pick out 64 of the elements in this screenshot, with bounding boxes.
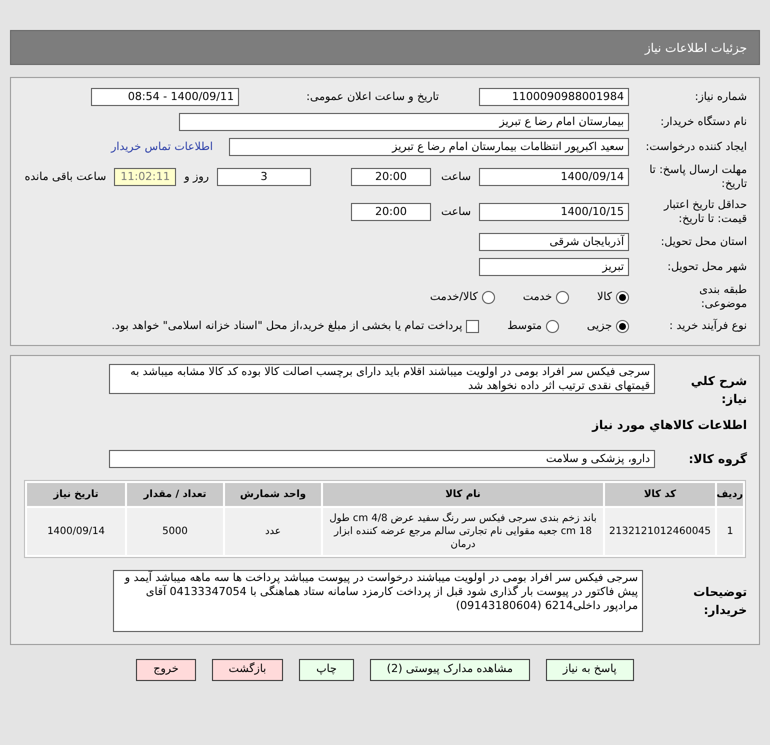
column-header: ردیف bbox=[717, 482, 743, 506]
table-cell: باند زخم بندی سرجی فیکس سر رنگ سفید عرض 4/8 cm طول 18 cm جعبه مقوایی نام تجارتی سالم مرجع عرضه کننده ابزار درمان bbox=[323, 508, 603, 554]
value-field: 20:00 bbox=[351, 203, 431, 221]
value-field: سعید اکبرپور انتظامات بیمارستان امام رضا ع تبریز bbox=[229, 138, 629, 156]
field-label: ساعت باقی مانده bbox=[24, 168, 106, 185]
value-field: 3 bbox=[217, 168, 311, 186]
column-header: واحد شمارش bbox=[225, 482, 321, 506]
page-title: جزئیات اطلاعات نیاز bbox=[644, 40, 747, 56]
field-label: ایجاد کننده درخواست: bbox=[644, 140, 747, 154]
radio-button[interactable] bbox=[616, 320, 629, 333]
action-button[interactable]: بازگشت bbox=[212, 658, 284, 680]
field-label: استان محل تحویل: bbox=[660, 235, 747, 249]
description-text: سرجی فیکس سر افراد بومی در اولویت میباشند اقلام باید دارای برچسب اصالت کالا بوده کد کالا مشابه میباشد به قیمتهای نقدی ترتیب اثر داده نخواهد شد bbox=[109, 364, 655, 394]
checkbox-label: پرداخت تمام یا بخشی از مبلغ خرید،از محل "اسناد خزانه اسلامی" خواهد بود. bbox=[112, 318, 462, 334]
value-field: تبریز bbox=[479, 258, 629, 276]
value-field: آذربایجان شرقی bbox=[479, 233, 629, 251]
field-label: ساعت bbox=[440, 168, 471, 185]
action-button[interactable]: مشاهده مدارک پیوستی (2) bbox=[370, 658, 530, 680]
action-button[interactable]: پاسخ به نیاز bbox=[546, 658, 634, 680]
radio-label: خدمت bbox=[522, 288, 552, 305]
field-label: حداقل تاریخ اعتبار قیمت: تا تاریخ: bbox=[662, 198, 747, 226]
field-label: طبقه بندی موضوعی: bbox=[698, 283, 747, 311]
field-label: گروه کالا: bbox=[688, 450, 747, 468]
value-field: بیمارستان امام رضا ع تبریز bbox=[179, 113, 629, 131]
table-cell: 1400/09/14 bbox=[27, 508, 125, 554]
column-header: تاریخ نیاز bbox=[27, 482, 125, 506]
radio-button[interactable] bbox=[616, 290, 629, 304]
field-label: ساعت bbox=[440, 204, 471, 220]
column-header: نام کالا bbox=[323, 482, 603, 506]
value-field: دارو، پزشکی و سلامت bbox=[109, 450, 655, 468]
radio-button[interactable] bbox=[482, 290, 495, 304]
value-field: 11:02:11 bbox=[114, 168, 176, 186]
radio-button[interactable] bbox=[546, 320, 559, 333]
radio-label: متوسط bbox=[507, 318, 542, 334]
field-label: روز و bbox=[184, 168, 209, 185]
table-cell: 1 bbox=[717, 508, 743, 554]
table-cell: عدد bbox=[225, 508, 321, 554]
radio-label: کالا bbox=[597, 288, 612, 305]
value-field: 1400/09/14 bbox=[479, 168, 629, 186]
field-label: تاریخ و ساعت اعلان عمومی: bbox=[305, 88, 439, 105]
value-field: 1100090988001984 bbox=[479, 88, 629, 106]
section-heading: اطلاعات كالاهاي مورد نياز bbox=[590, 416, 747, 434]
action-button[interactable]: خروج bbox=[136, 658, 196, 680]
column-header: کد کالا bbox=[605, 482, 715, 506]
value-field: 1400/10/15 bbox=[479, 203, 629, 221]
field-label: توضیحات خریدار: bbox=[692, 584, 747, 618]
field-label: مهلت ارسال پاسخ: تا تاریخ: bbox=[648, 163, 747, 191]
radio-label: کالا/خدمت bbox=[430, 288, 478, 305]
value-field: 1400/09/11 - 08:54 bbox=[91, 88, 239, 106]
field-label: شهر محل تحویل: bbox=[666, 260, 747, 274]
field-label: شماره نیاز: bbox=[694, 90, 747, 104]
contact-link[interactable]: اطلاعات تماس خریدار bbox=[111, 138, 213, 156]
table-cell: 2132121012460045 bbox=[605, 508, 715, 554]
column-header: تعداد / مقدار bbox=[127, 482, 223, 506]
checkbox[interactable] bbox=[466, 320, 480, 333]
field-label: شرح كلي نياز: bbox=[690, 372, 747, 408]
value-field: 20:00 bbox=[351, 168, 431, 186]
notes-text: سرجی فیکس سر افراد بومی در اولویت میباشند درخواست در پیوست میباشد پرداخت ها سه ماهه میباشد آیمد و پیش فاکتور در پیوست بار گذاری شود قبل از پرداخت کارمزد سامانه ستاد هماهنگی با 04133347054 آقای مرادپور داخلی6214 (09143180604) bbox=[113, 570, 643, 632]
field-label: نوع فرآیند خرید : bbox=[668, 319, 747, 334]
action-button[interactable]: چاپ bbox=[299, 658, 354, 680]
field-label: نام دستگاه خریدار: bbox=[659, 115, 747, 129]
radio-button[interactable] bbox=[556, 290, 570, 304]
table-cell: 5000 bbox=[127, 508, 223, 554]
radio-label: جزیی bbox=[586, 318, 612, 334]
